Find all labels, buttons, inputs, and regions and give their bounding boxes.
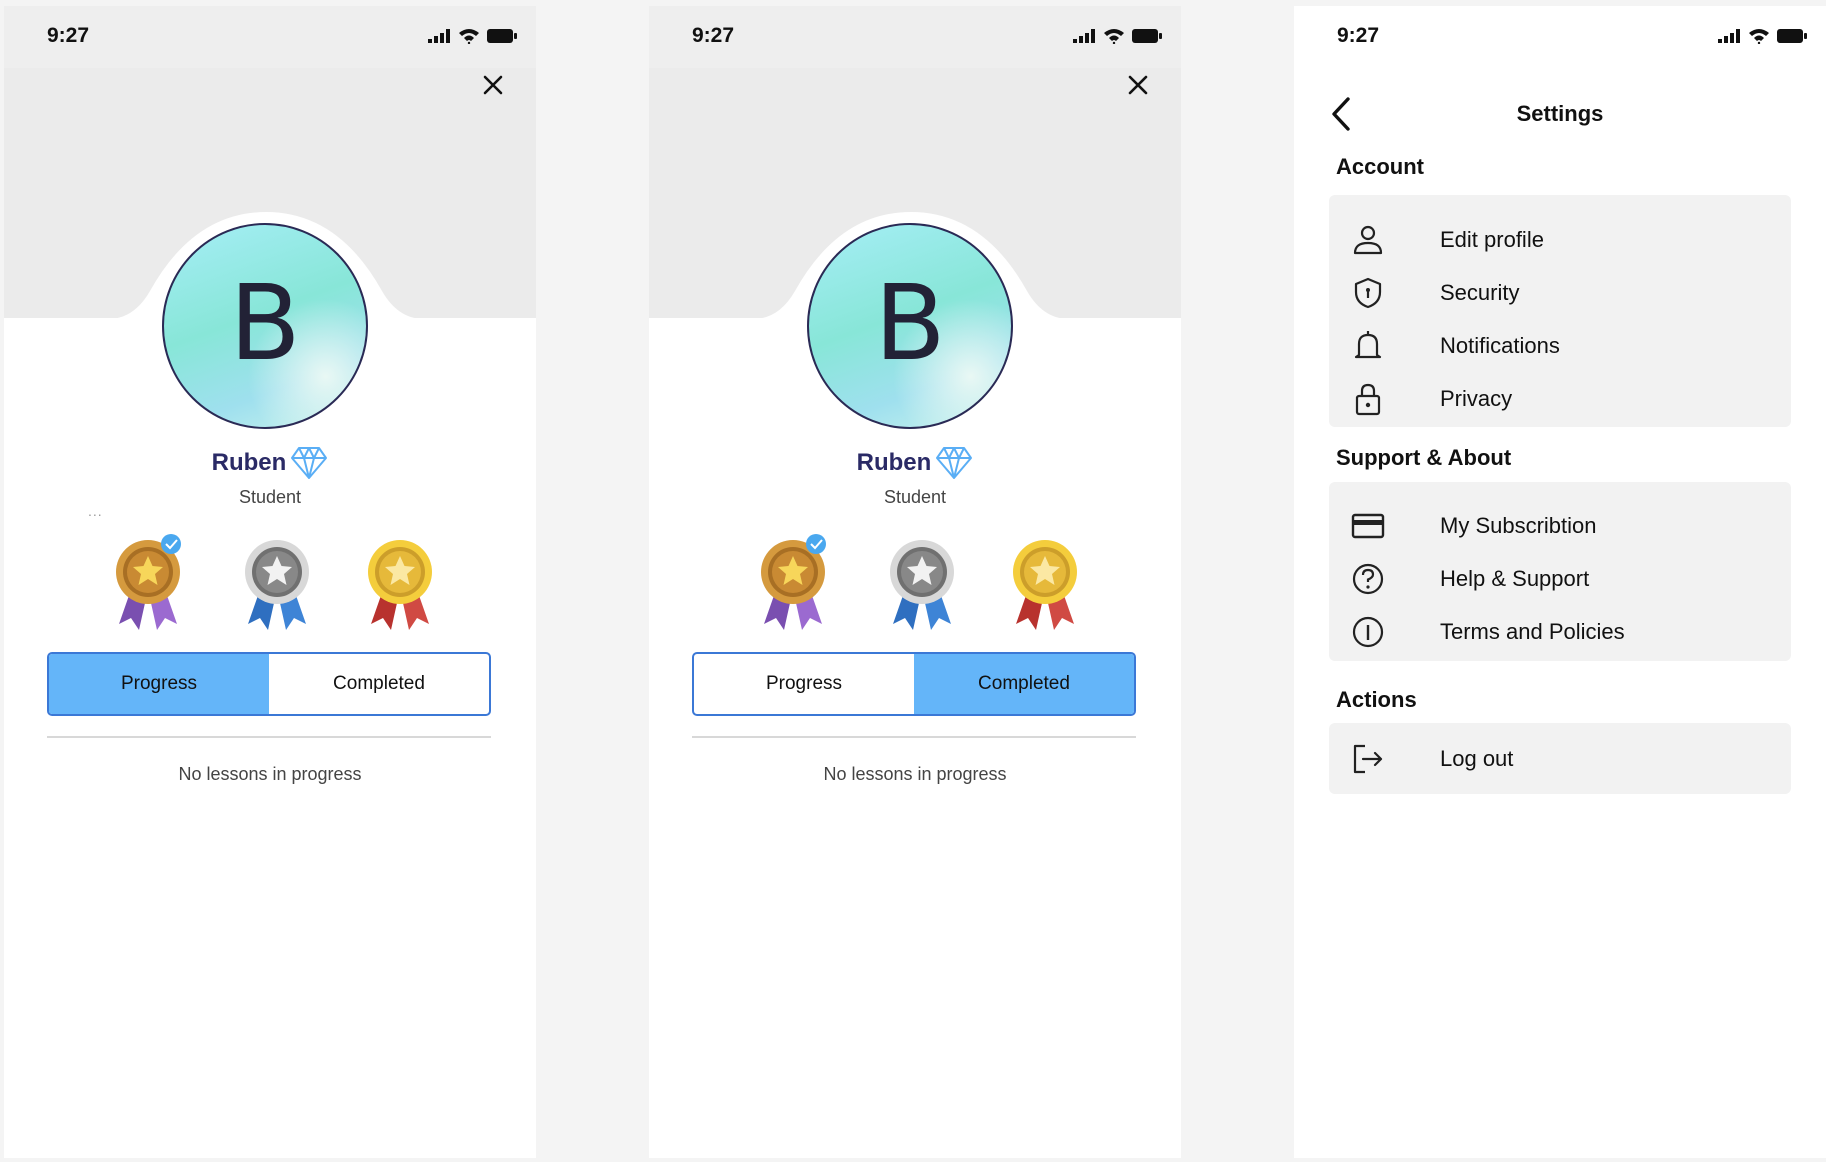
signal-icon [428,29,450,43]
settings-item-security[interactable]: Security [1329,266,1791,319]
signal-icon [1073,29,1095,43]
status-time: 9:27 [47,24,90,47]
close-icon[interactable] [1121,68,1155,102]
settings-item-notifications[interactable]: Notifications [1329,319,1791,372]
settings-item-label: Security [1440,279,1520,305]
battery-icon [1132,29,1162,43]
wifi-icon [1749,29,1769,44]
divider [692,736,1136,738]
settings-item-label: My Subscribtion [1440,512,1597,538]
tab-progress[interactable]: Progress [694,654,914,714]
section-title-actions: Actions [1336,687,1417,712]
status-bar: 9:27 [4,6,536,68]
divider [47,736,491,738]
tab-completed[interactable]: Completed [269,654,489,714]
signal-icon [1718,29,1740,43]
profile-screen-completed: 9:27 B Ruben Student Progress Completed … [649,6,1181,1158]
silver-medal-icon [245,540,309,630]
avatar-initial: B [229,262,301,384]
settings-item-label: Log out [1440,745,1514,771]
diamond-icon [291,447,328,479]
settings-item-privacy[interactable]: Privacy [1329,372,1791,425]
settings-item-help[interactable]: Help & Support [1329,552,1791,605]
help-icon [1352,563,1384,594]
user-icon [1353,225,1383,254]
tab-progress[interactable]: Progress [49,654,269,714]
empty-message: No lessons in progress [823,764,1007,784]
credit-card-icon [1351,513,1385,538]
account-card: Edit profile Security Notifications Priv… [1329,195,1791,427]
lock-icon [1355,383,1381,415]
more-dots[interactable]: ... [88,503,103,519]
gold-medal-icon [1013,540,1077,630]
settings-item-subscription[interactable]: My Subscribtion [1329,499,1791,552]
page-title: Settings [1516,101,1604,126]
silver-medal-icon [890,540,954,630]
profile-screen-progress: 9:27 B Ruben Student ... Progress Comple… [4,6,536,1158]
support-card: My Subscribtion Help & Support Terms and… [1329,482,1791,661]
settings-item-edit-profile[interactable]: Edit profile [1329,213,1791,266]
settings-item-label: Edit profile [1440,226,1544,252]
empty-message: No lessons in progress [178,764,362,784]
logout-button[interactable]: Log out [1329,732,1791,785]
bell-icon [1354,330,1382,358]
bronze-medal-icon [761,534,826,630]
wifi-icon [459,29,479,44]
gold-medal-icon [368,540,432,630]
user-name: Ruben [856,449,932,476]
status-bar: 9:27 [649,6,1181,68]
diamond-icon [936,447,973,479]
lesson-tabs: Progress Completed [692,652,1136,716]
status-time: 9:27 [692,24,735,47]
user-role: Student [238,487,302,507]
avatar: B [807,223,1013,429]
lesson-tabs: Progress Completed [47,652,491,716]
settings-item-label: Notifications [1440,332,1560,358]
status-time: 9:27 [1337,24,1380,47]
bronze-medal-icon [116,534,181,630]
settings-item-label: Privacy [1440,385,1513,411]
section-title-account: Account [1336,154,1424,179]
settings-item-terms[interactable]: Terms and Policies [1329,605,1791,658]
settings-item-label: Terms and Policies [1440,618,1625,644]
wifi-icon [1104,29,1124,44]
shield-icon [1354,277,1382,308]
user-name: Ruben [211,449,287,476]
info-icon [1352,616,1384,647]
logout-icon [1353,744,1383,773]
battery-icon [487,29,517,43]
settings-item-label: Help & Support [1440,565,1590,591]
avatar-initial: B [874,262,946,384]
avatar: B [162,223,368,429]
close-icon[interactable] [476,68,510,102]
battery-icon [1777,29,1807,43]
status-bar: 9:27 [1294,6,1826,68]
user-role: Student [883,487,947,507]
settings-screen: 9:27 Settings Account Edit profile Secur… [1294,6,1826,1158]
actions-card: Log out [1329,723,1791,794]
tab-completed[interactable]: Completed [914,654,1134,714]
section-title-support: Support & About [1336,445,1512,470]
